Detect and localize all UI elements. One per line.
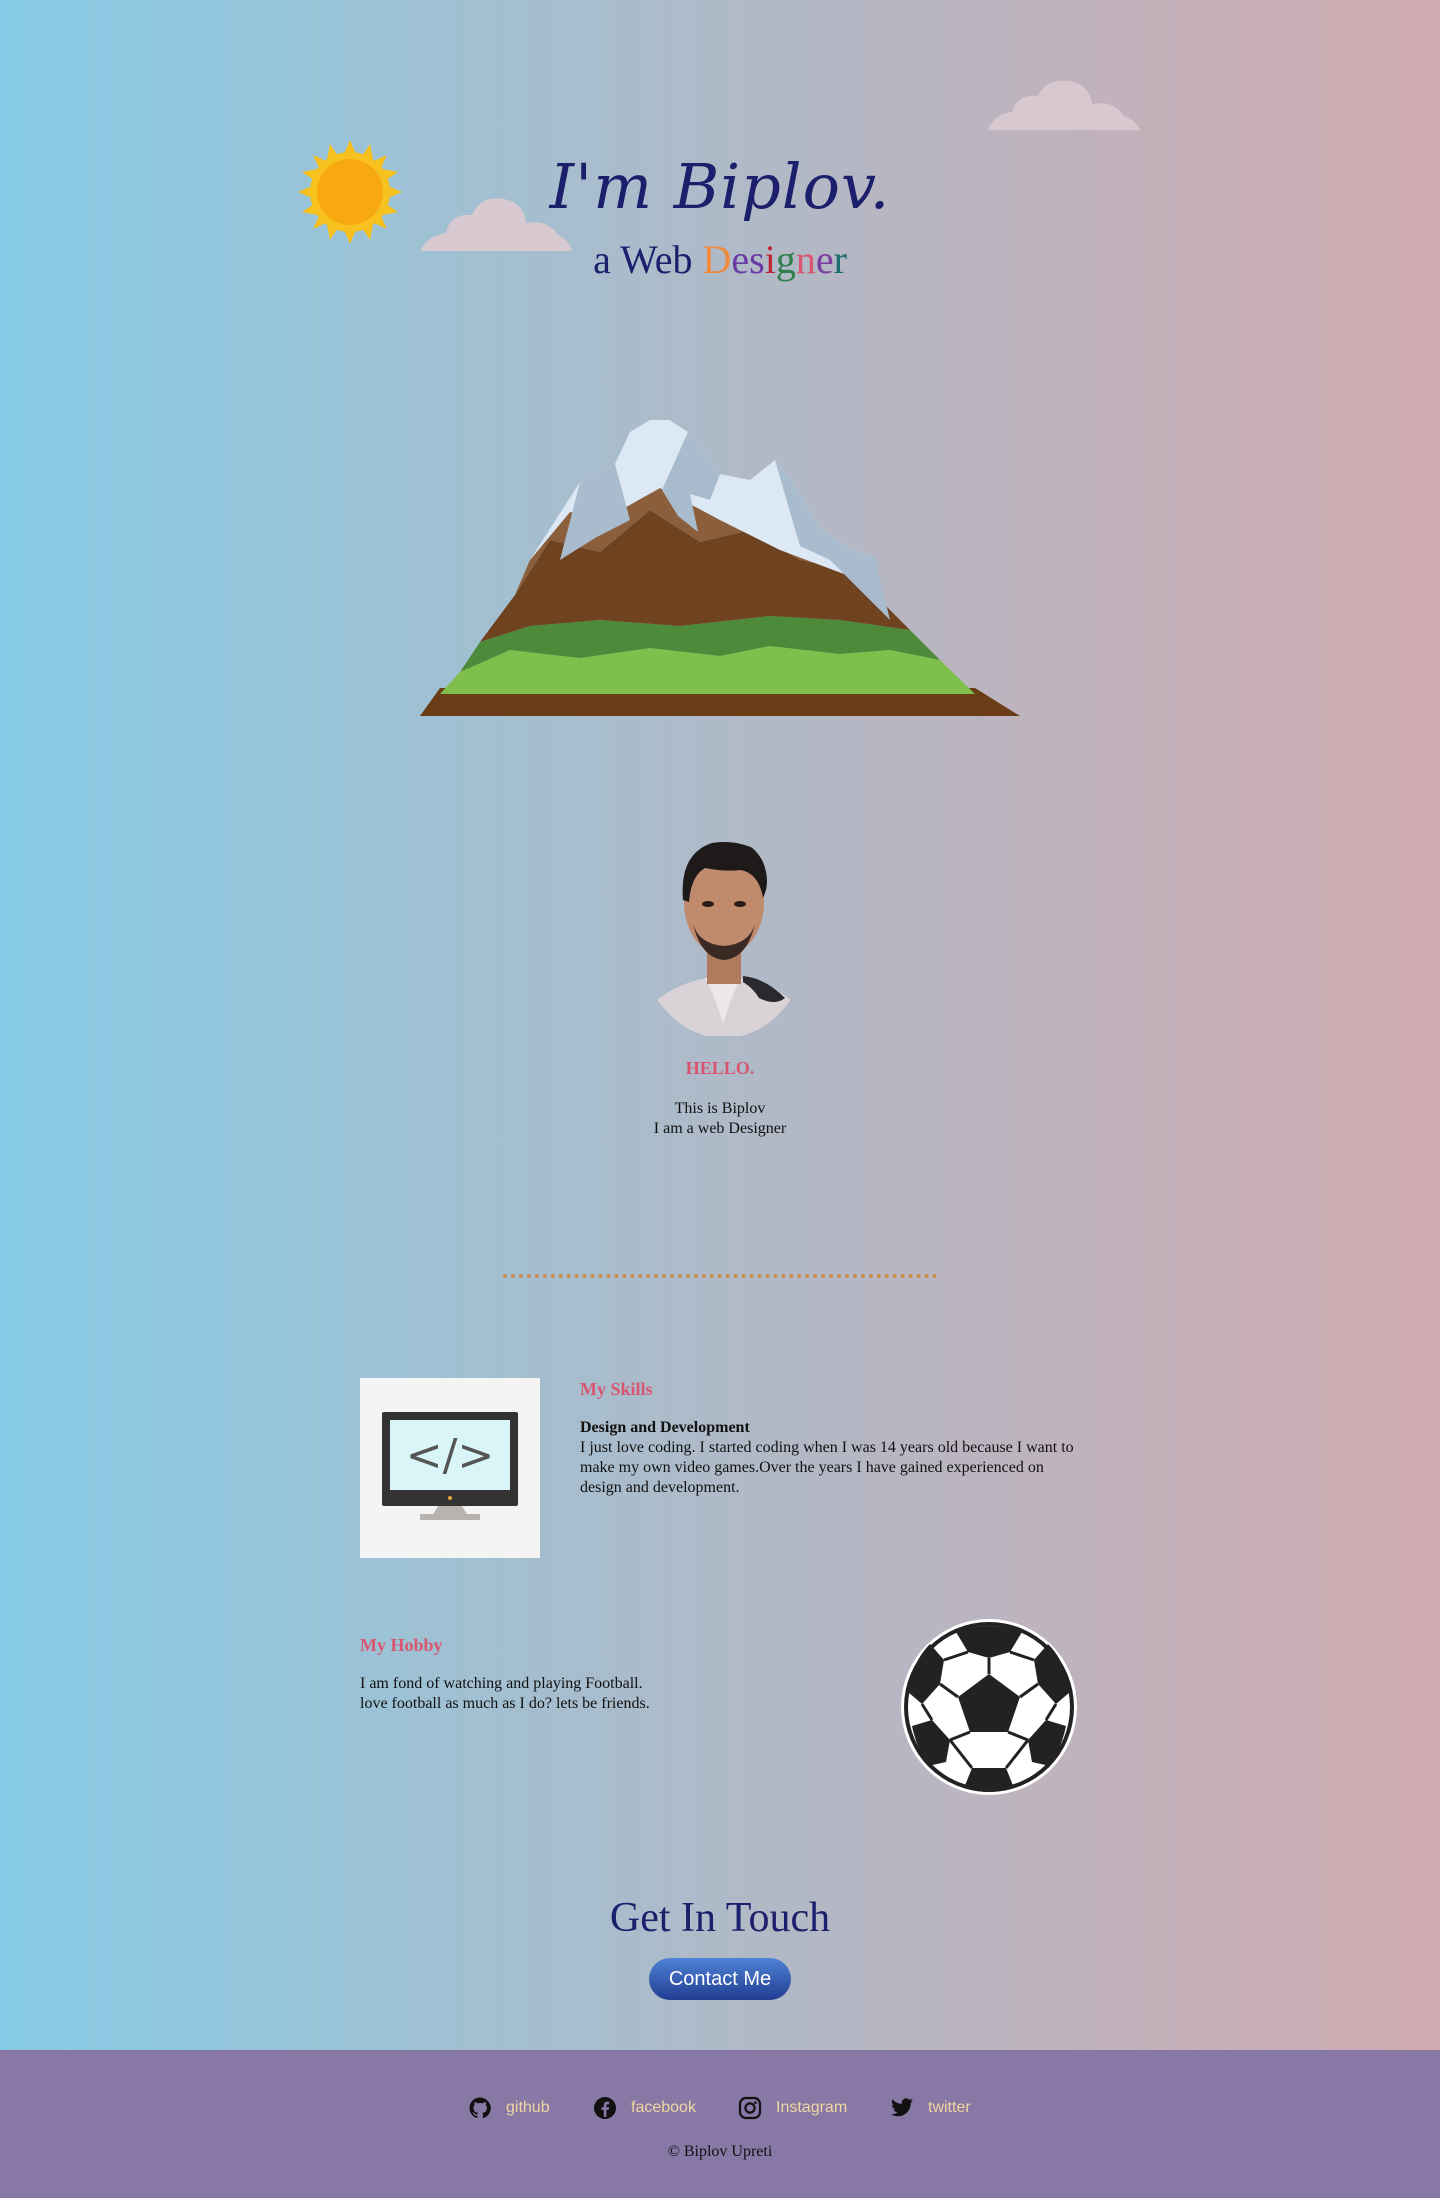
copyright: © Biplov Upreti bbox=[667, 2143, 773, 2160]
designer-letter: r bbox=[833, 237, 847, 282]
designer-letter: g bbox=[775, 237, 796, 282]
footer-link-instagram[interactable]: Instagram bbox=[738, 2096, 847, 2120]
hello-heading: HELLO. bbox=[685, 1058, 755, 1078]
instagram-icon bbox=[738, 2096, 762, 2120]
football-icon bbox=[901, 1619, 1077, 1795]
avatar bbox=[645, 842, 803, 1036]
designer-letter: e bbox=[815, 237, 834, 282]
hobby-section: My Hobby I am fond of watching and playi… bbox=[360, 1635, 780, 1714]
footer bbox=[0, 2050, 1440, 2198]
github-icon bbox=[469, 2097, 491, 2119]
designer-letter: i bbox=[764, 237, 776, 282]
contact-me-button[interactable]: Contact Me bbox=[649, 1958, 791, 2000]
hobby-line: love football as much as I do? lets be f… bbox=[360, 1695, 650, 1712]
designer-word: Designer bbox=[702, 237, 846, 282]
get-in-touch-heading: Get In Touch bbox=[609, 1895, 831, 1941]
skills-image: </> bbox=[360, 1378, 540, 1558]
section-divider bbox=[503, 1274, 937, 1278]
designer-letter: s bbox=[749, 237, 765, 282]
skills-subheading: Design and Development bbox=[580, 1419, 750, 1436]
facebook-label: facebook bbox=[631, 2099, 696, 2116]
svg-text:</>: </> bbox=[406, 1430, 495, 1481]
skills-section: My Skills Design and Development I just … bbox=[580, 1378, 1080, 1498]
footer-link-facebook[interactable]: facebook bbox=[593, 2096, 696, 2120]
cloud-icon bbox=[988, 80, 1140, 130]
facebook-icon bbox=[594, 2097, 616, 2119]
about-line: I am a web Designer bbox=[653, 1120, 787, 1137]
instagram-label: Instagram bbox=[776, 2099, 848, 2116]
hobby-heading: My Hobby bbox=[360, 1635, 443, 1655]
designer-letter: D bbox=[702, 237, 732, 282]
github-label: github bbox=[506, 2099, 550, 2116]
designer-letter: n bbox=[795, 237, 816, 282]
subtitle-word: a bbox=[593, 237, 611, 282]
hobby-line: I am fond of watching and playing Footba… bbox=[360, 1675, 643, 1692]
page: I'm Biplov. a Web Designer HELLO. This i… bbox=[0, 0, 1440, 2050]
twitter-label: twitter bbox=[928, 2099, 971, 2116]
footer-link-github[interactable]: github bbox=[468, 2096, 550, 2120]
code-monitor-icon: </> bbox=[382, 1412, 518, 1520]
about-text: This is Biplov I am a web Designer bbox=[0, 1099, 1440, 1139]
hero-subtitle: a Web Designer bbox=[0, 236, 1440, 283]
footer-link-twitter[interactable]: twitter bbox=[890, 2096, 971, 2120]
skills-heading: My Skills bbox=[580, 1379, 653, 1399]
mountain-illustration bbox=[420, 420, 1020, 716]
designer-letter: e bbox=[731, 237, 750, 282]
twitter-icon bbox=[891, 2098, 913, 2117]
hobby-body: I am fond of watching and playing Footba… bbox=[360, 1674, 780, 1714]
subtitle-word: Web bbox=[620, 237, 693, 282]
about-line: This is Biplov bbox=[674, 1100, 766, 1117]
hero-title: I'm Biplov. bbox=[549, 150, 891, 223]
skills-body: I just love coding. I started coding whe… bbox=[580, 1439, 1074, 1496]
